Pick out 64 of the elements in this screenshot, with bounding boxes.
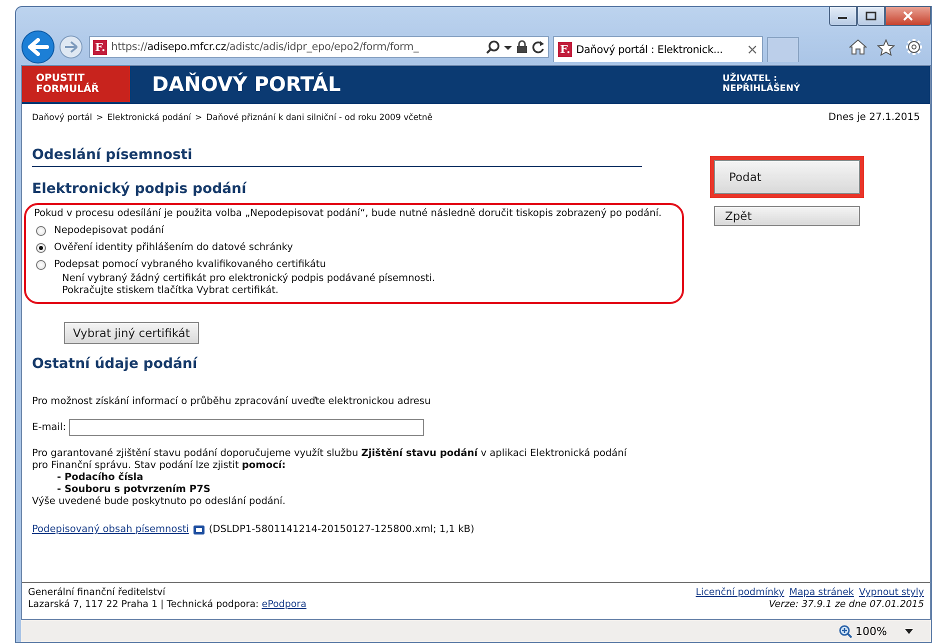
signed-content-link[interactable]: Podepisovaný obsah písemnosti (32, 524, 189, 535)
refresh-icon[interactable] (532, 40, 545, 54)
footer-link[interactable]: Mapa stránek (789, 587, 854, 599)
close-icon (902, 11, 914, 21)
info-paragraph: Pro garantované zjištění stavu podání doporučujeme využít službu Zjištění stavu podání v aplikaci Elektronická podání pro Finanční správu. Stav podání lze zjistit pomocí: (32, 448, 628, 472)
info-text: Není vybraný žádný certifikát pro elektronický podpis podávané písemnosti. (61, 273, 436, 285)
back-button[interactable] (21, 30, 55, 64)
caret-icon[interactable] (905, 628, 913, 634)
choose-certificate-button[interactable]: Vybrat jiný certifikát (64, 322, 199, 344)
info-text: Výše uvedené bude poskytnuto po odeslání podání. (32, 496, 286, 508)
site-favicon: F. (558, 42, 572, 57)
close-tab-button[interactable]: × (746, 42, 758, 58)
exit-form-button[interactable]: OPUSTIT FORMULÁŘ (22, 66, 130, 102)
settings-icon[interactable] (905, 38, 923, 56)
close-button[interactable] (885, 6, 931, 26)
info-text: Pro možnost získání informací o průběhu zpracování uveďte elektronickou adresu (32, 396, 432, 407)
radio-label[interactable]: Nepodepisovat podání (54, 225, 164, 236)
maximize-button[interactable] (857, 6, 885, 26)
search-icon[interactable] (486, 40, 500, 54)
support-link[interactable]: ePodpora (262, 599, 306, 610)
section-heading: Ostatní údaje podání (32, 356, 199, 372)
date-text: Dnes je 27.1.2015 (828, 112, 920, 123)
document-icon (192, 524, 205, 534)
list-item: - Souboru s potvrzením P7S (56, 484, 212, 496)
version-text: Verze: 37.9.1 ze dne 07.01.2015 (768, 599, 924, 611)
footer-link[interactable]: Licenční podmínky (696, 587, 784, 599)
info-text: Pokračujte stiskem tlačítka Vybrat certifikát. (61, 285, 280, 297)
maximize-icon (865, 11, 877, 21)
info-text: Pokud v procesu odesílání je použita volba „Nepodepisovat podání“, bude nutné následně doručit tiskopis zobrazený po podání. (34, 208, 663, 220)
url-text: https://adisepo.mfcr.cz/adistc/adis/idpr_epo/epo2/form/form_ (111, 41, 420, 53)
breadcrumb-link[interactable]: Elektronická podání (107, 112, 192, 122)
action-button[interactable]: Zpět (714, 206, 860, 226)
user-label: UŽIVATEL : (722, 74, 778, 84)
page-heading: Odeslání písemnosti (32, 147, 642, 167)
breadcrumb-separator: > (195, 112, 202, 122)
radio-button[interactable] (36, 226, 46, 236)
portal-title: DAŇOVÝ PORTÁL (152, 72, 341, 96)
site-favicon: F. (93, 40, 108, 54)
browser-tab[interactable]: F. Daňový portál : Elektronick... × (553, 36, 763, 62)
radio-label[interactable]: Podepsat pomocí vybraného kvalifikovaného certifikátu (54, 259, 326, 270)
action-button[interactable]: Podat (714, 160, 860, 194)
section-heading: Elektronický podpis podání (32, 181, 248, 197)
breadcrumb-separator: > (96, 112, 104, 122)
radio-button[interactable] (36, 242, 46, 252)
user-status: NEPŘIHLÁŠENÝ (722, 84, 800, 94)
minimize-button[interactable] (829, 6, 857, 26)
footer-link[interactable]: Vypnout styly (858, 587, 924, 599)
email-field[interactable] (69, 419, 424, 436)
home-icon[interactable] (849, 39, 867, 55)
breadcrumb-link[interactable]: Daňové přiznání k dani silniční - od roku 2009 včetně (206, 112, 432, 122)
radio-button[interactable] (36, 260, 46, 270)
tab-title: Daňový portál : Elektronick... (576, 44, 723, 56)
organization-name: Generální finanční ředitelství (28, 587, 166, 599)
email-label: E-mail: (32, 422, 66, 433)
radio-label[interactable]: Ověření identity přihlášením do datové schránky (54, 242, 293, 253)
lock-icon (516, 40, 528, 54)
star-icon[interactable] (877, 38, 895, 56)
zoom-level[interactable]: 100% (856, 624, 887, 638)
address-bar[interactable]: F. https://adisepo.mfcr.cz/adistc/adis/idpr_epo/epo2/form/form_ (89, 36, 549, 58)
zoom-icon[interactable] (838, 624, 852, 638)
address-text: Lazarská 7, 117 22 Praha 1 | Technická podpora: (28, 599, 259, 610)
breadcrumb-link[interactable]: Daňový portál (32, 112, 92, 122)
list-item: - Podacího čísla (56, 472, 144, 484)
file-info: (DSLDP1-5801141214-20150127-125800.xml; 1,1 kB) (208, 524, 474, 535)
